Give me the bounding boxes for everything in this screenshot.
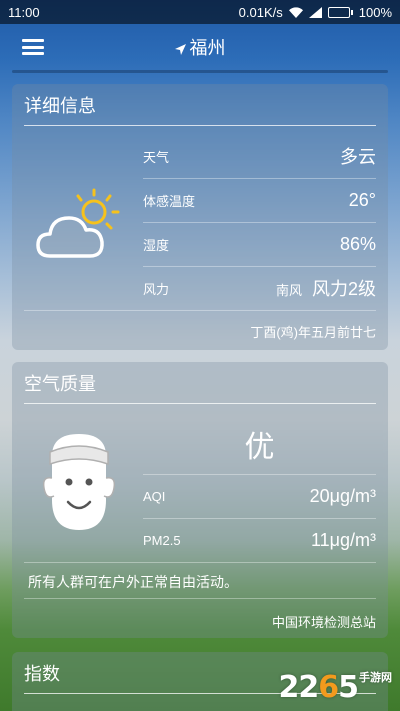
signal-icon [308, 6, 322, 18]
air-advice: 所有人群可在户外正常自由活动。 [28, 574, 238, 590]
location-arrow-icon [174, 39, 186, 60]
smiling-face-icon [38, 430, 120, 544]
air-quality-title: 空气质量 [24, 374, 96, 394]
city-name: 福州 [189, 38, 226, 58]
row-label: 湿度 [143, 237, 170, 253]
app-header: 福州 [0, 24, 400, 70]
air-row-pm25: PM2.5 11μg/m³ [143, 518, 376, 562]
watermark-logo: 2265手游网 [278, 670, 393, 705]
row-label: 体感温度 [143, 193, 196, 209]
battery-icon [327, 6, 353, 18]
lunar-date: 丁酉(鸡)年五月前廿七 [250, 325, 376, 340]
row-value: 风力2级 [311, 279, 376, 299]
status-time: 11:00 [8, 4, 40, 20]
status-icons: 0.01K/s 100% [239, 5, 392, 20]
partly-cloudy-icon [34, 184, 124, 268]
battery-percent: 100% [358, 4, 392, 20]
wind-direction: 南风 [275, 284, 302, 299]
wifi-icon [288, 6, 303, 18]
details-row-humidity: 湿度 86% [143, 222, 376, 266]
row-label: PM2.5 [143, 532, 181, 548]
data-source: 中国环境检测总站 [271, 615, 376, 630]
row-divider [24, 562, 376, 563]
row-divider [24, 310, 376, 311]
row-value: 11μg/m³ [310, 529, 376, 550]
details-row-wind: 风力 南风 风力2级 [143, 266, 376, 310]
status-bar: 11:00 0.01K/s 100% [0, 0, 400, 24]
city-selector[interactable]: 福州 [0, 34, 400, 60]
details-card: 详细信息 天气 多云 体感温度 26° 湿度 86% 风力 南风 风力2级 丁酉… [12, 84, 388, 350]
row-value: 86% [339, 233, 376, 254]
row-value: 20μg/m³ [309, 485, 376, 506]
details-row-feels-like: 体感温度 26° [143, 178, 376, 222]
air-row-aqi: AQI 20μg/m³ [143, 474, 376, 518]
air-quality-level: 优 [244, 431, 275, 464]
details-title-divider [24, 125, 376, 126]
index-title: 指数 [24, 664, 60, 684]
air-quality-title-divider [24, 403, 376, 404]
network-speed: 0.01K/s [238, 4, 283, 20]
row-value: 多云 [340, 147, 376, 167]
air-quality-card: 空气质量 优 AQI 20μg/m³ PM2.5 11μg/m³ 所有人群可在户… [12, 362, 388, 638]
row-label: 风力 [143, 281, 170, 297]
header-divider [12, 70, 388, 73]
details-title: 详细信息 [24, 96, 96, 116]
row-label: AQI [143, 488, 166, 504]
row-value: 26° [348, 189, 376, 210]
row-divider [24, 598, 376, 599]
row-label: 天气 [143, 149, 170, 165]
details-row-weather: 天气 多云 [143, 134, 376, 178]
